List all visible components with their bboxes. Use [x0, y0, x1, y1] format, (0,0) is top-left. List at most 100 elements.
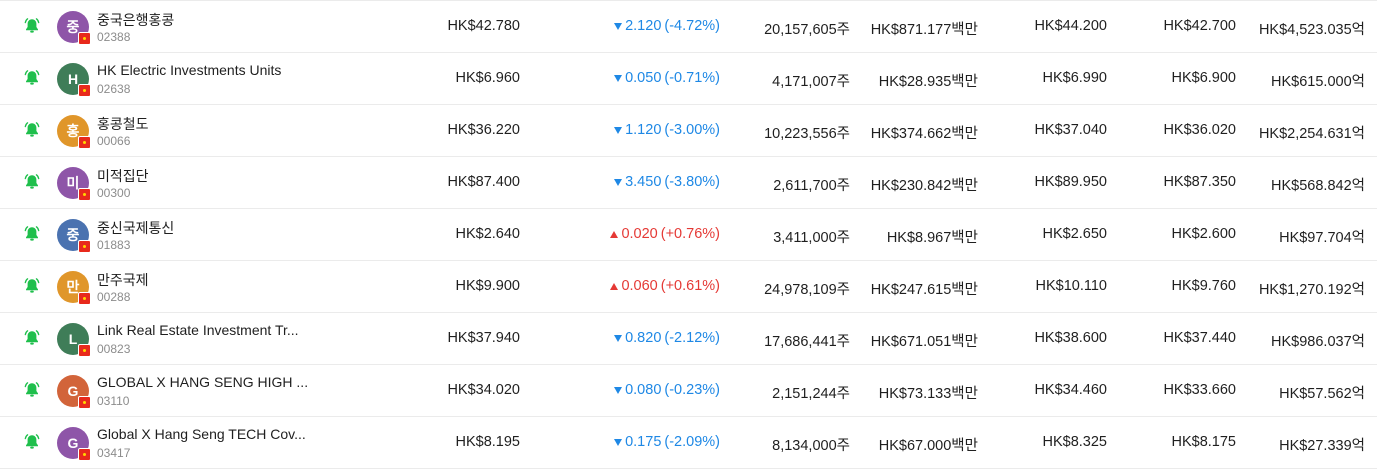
last-price: HK$36.220 [447, 122, 520, 138]
stock-avatar: G [57, 427, 91, 461]
table-row[interactable]: 홍 홍콩철도 00066 HK$36.220 1.120 (-3.00%) 10,223,5… [0, 105, 1377, 157]
triangle-up-icon [610, 282, 619, 290]
hk-flag-icon [78, 188, 91, 201]
triangle-down-icon [614, 334, 623, 342]
change-value: 1.120 [625, 122, 662, 138]
volume: 17,686,441주 [764, 334, 850, 350]
low-price: HK$6.900 [1171, 70, 1237, 86]
low-price: HK$33.660 [1163, 382, 1236, 398]
high-price: HK$6.990 [1042, 70, 1108, 86]
table-row[interactable]: 중 중국은행홍콩 02388 HK$42.780 2.120 (-4.72%) 20,157… [0, 0, 1377, 53]
triangle-down-icon [614, 22, 623, 30]
stock-name[interactable]: Link Real Estate Investment Tr... [97, 322, 312, 338]
triangle-down-icon [614, 126, 623, 134]
price-change: 2.120 (-4.72%) [614, 18, 720, 34]
table-row[interactable]: G Global X Hang Seng TECH Cov... 03417 HK$8… [0, 417, 1377, 469]
triangle-down-icon [614, 386, 623, 394]
avatar-letter: G [67, 383, 79, 399]
price-change: 0.060 (+0.61%) [610, 278, 720, 294]
price-change: 3.450 (-3.80%) [614, 174, 720, 190]
price-change: 0.080 (-0.23%) [614, 382, 720, 398]
price-change: 0.175 (-2.09%) [614, 434, 720, 450]
low-price: HK$42.700 [1163, 18, 1236, 34]
change-value: 0.820 [625, 330, 662, 346]
market-cap: HK$57.562억 [1279, 386, 1365, 402]
change-percent: (-2.09%) [664, 434, 720, 450]
stock-name[interactable]: Global X Hang Seng TECH Cov... [97, 426, 312, 442]
hk-flag-icon [78, 292, 91, 305]
triangle-up-icon [610, 230, 619, 238]
stock-avatar: 만 [57, 271, 91, 305]
low-price: HK$37.440 [1163, 330, 1236, 346]
last-price: HK$34.020 [447, 382, 520, 398]
table-row[interactable]: H HK Electric Investments Units 02638 HK$6.… [0, 53, 1377, 105]
triangle-down-icon [614, 178, 623, 186]
high-price: HK$37.040 [1034, 122, 1107, 138]
change-percent: (+0.76%) [660, 226, 720, 242]
bell-alert-icon[interactable] [23, 17, 41, 35]
stock-code: 00300 [97, 186, 131, 200]
bell-alert-icon[interactable] [23, 277, 41, 295]
stock-name[interactable]: HK Electric Investments Units [97, 62, 312, 78]
market-cap: HK$568.842억 [1271, 178, 1365, 194]
trade-amount: HK$73.133백만 [878, 386, 978, 402]
stock-name[interactable]: 중신국제통신 [97, 218, 312, 238]
stock-name[interactable]: GLOBAL X HANG SENG HIGH ... [97, 374, 312, 390]
change-value: 0.020 [621, 226, 658, 242]
last-price: HK$2.640 [455, 226, 521, 242]
bell-alert-icon[interactable] [23, 225, 41, 243]
trade-amount: HK$671.051백만 [870, 334, 978, 350]
table-row[interactable]: G GLOBAL X HANG SENG HIGH ... 03110 HK$34.0… [0, 365, 1377, 417]
market-cap: HK$986.037억 [1271, 334, 1365, 350]
bell-alert-icon[interactable] [23, 121, 41, 139]
stock-avatar: 미 [57, 167, 91, 201]
table-row[interactable]: 만 만주국제 00288 HK$9.900 0.060 (+0.61%) 24,978,10… [0, 261, 1377, 313]
trade-amount: HK$8.967백만 [886, 230, 978, 246]
avatar-letter: H [67, 71, 79, 87]
stock-name[interactable]: 미적집단 [97, 166, 312, 186]
stock-name[interactable]: 중국은행홍콩 [97, 10, 312, 30]
trade-amount: HK$247.615백만 [870, 282, 978, 298]
change-percent: (+0.61%) [660, 278, 720, 294]
high-price: HK$2.650 [1042, 226, 1108, 242]
stock-avatar: 중 [57, 11, 91, 45]
change-value: 0.175 [625, 434, 662, 450]
stock-code: 01883 [97, 238, 131, 252]
change-percent: (-0.71%) [664, 70, 720, 86]
last-price: HK$6.960 [455, 70, 521, 86]
bell-alert-icon[interactable] [23, 329, 41, 347]
table-row[interactable]: L Link Real Estate Investment Tr... 00823 H… [0, 313, 1377, 365]
hk-flag-icon [78, 448, 91, 461]
market-cap: HK$2,254.631억 [1258, 126, 1365, 142]
bell-alert-icon[interactable] [23, 69, 41, 87]
hk-flag-icon [78, 136, 91, 149]
price-change: 1.120 (-3.00%) [614, 122, 720, 138]
bell-alert-icon[interactable] [23, 173, 41, 191]
volume: 24,978,109주 [764, 282, 850, 298]
bell-alert-icon[interactable] [23, 433, 41, 451]
last-price: HK$42.780 [447, 18, 520, 34]
change-percent: (-0.23%) [664, 382, 720, 398]
stock-name[interactable]: 만주국제 [97, 270, 312, 290]
market-cap: HK$615.000억 [1271, 74, 1365, 90]
trade-amount: HK$871.177백만 [870, 22, 978, 38]
stock-code: 00288 [97, 290, 131, 304]
stock-name[interactable]: 홍콩철도 [97, 114, 312, 134]
low-price: HK$9.760 [1171, 278, 1237, 294]
last-price: HK$9.900 [455, 278, 521, 294]
market-cap: HK$97.704억 [1279, 230, 1365, 246]
bell-alert-icon[interactable] [23, 381, 41, 399]
change-percent: (-2.12%) [664, 330, 720, 346]
stock-code: 02638 [97, 82, 131, 96]
change-value: 0.050 [625, 70, 662, 86]
table-row[interactable]: 중 중신국제통신 01883 HK$2.640 0.020 (+0.76%) 3,411,0… [0, 209, 1377, 261]
hk-flag-icon [78, 240, 91, 253]
price-change: 0.050 (-0.71%) [614, 70, 720, 86]
stock-table: 중 중국은행홍콩 02388 HK$42.780 2.120 (-4.72%) 20,157… [0, 0, 1377, 469]
table-row[interactable]: 미 미적집단 00300 HK$87.400 3.450 (-3.80%) 2,611,70… [0, 157, 1377, 209]
volume: 20,157,605주 [764, 22, 850, 38]
volume: 2,611,700주 [773, 178, 850, 194]
low-price: HK$8.175 [1171, 434, 1237, 450]
volume: 10,223,556주 [764, 126, 850, 142]
last-price: HK$8.195 [455, 434, 521, 450]
